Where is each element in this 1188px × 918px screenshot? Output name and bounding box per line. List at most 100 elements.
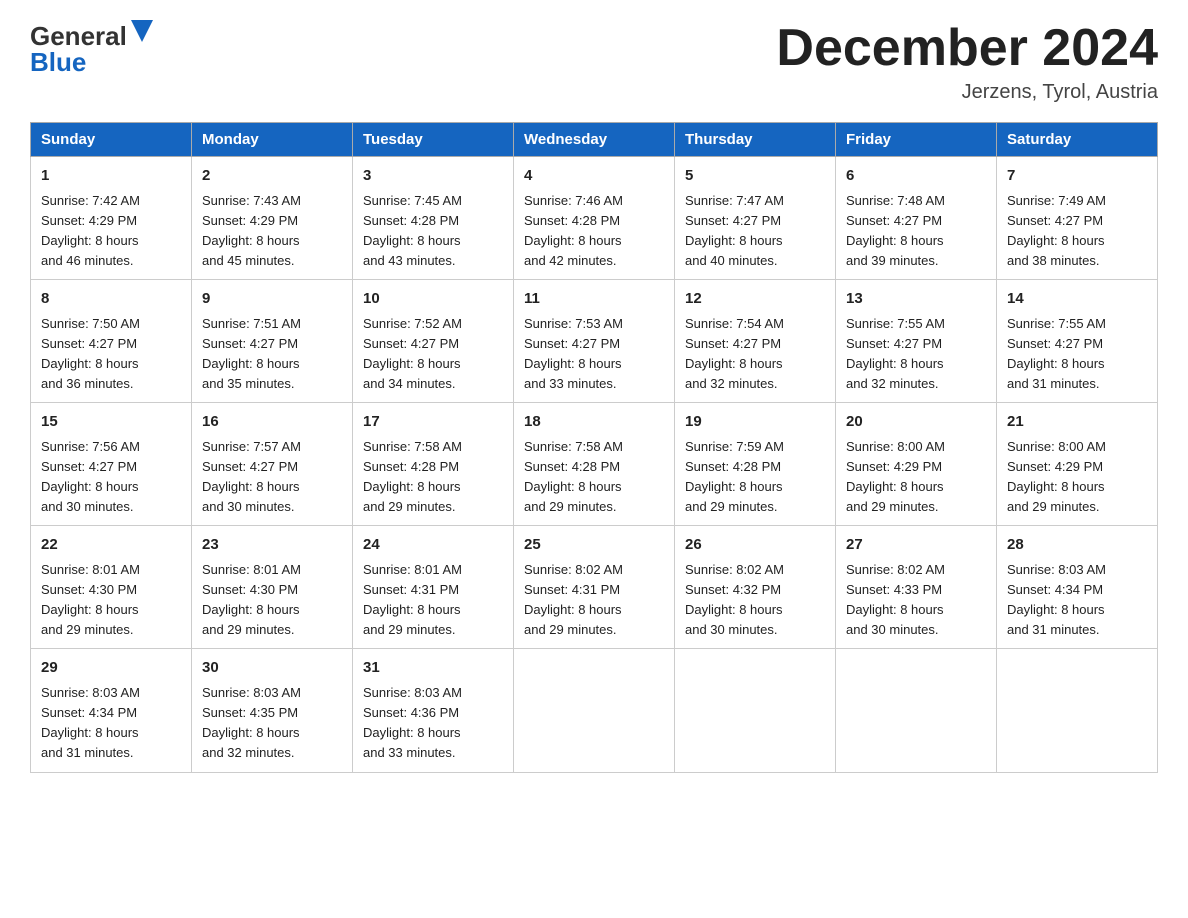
col-friday: Friday bbox=[836, 123, 997, 157]
calendar-cell: 12 Sunrise: 7:54 AMSunset: 4:27 PMDaylig… bbox=[675, 280, 836, 403]
day-info: Sunrise: 7:46 AMSunset: 4:28 PMDaylight:… bbox=[524, 193, 623, 268]
day-number: 21 bbox=[1007, 411, 1147, 434]
day-number: 22 bbox=[41, 534, 181, 557]
day-number: 26 bbox=[685, 534, 825, 557]
calendar-cell: 1 Sunrise: 7:42 AMSunset: 4:29 PMDayligh… bbox=[31, 157, 192, 280]
day-number: 24 bbox=[363, 534, 503, 557]
day-info: Sunrise: 7:57 AMSunset: 4:27 PMDaylight:… bbox=[202, 439, 301, 514]
calendar-cell: 23 Sunrise: 8:01 AMSunset: 4:30 PMDaylig… bbox=[192, 526, 353, 649]
calendar-cell bbox=[836, 649, 997, 772]
day-info: Sunrise: 8:03 AMSunset: 4:35 PMDaylight:… bbox=[202, 685, 301, 760]
logo-blue-text: Blue bbox=[30, 49, 86, 75]
day-number: 19 bbox=[685, 411, 825, 434]
calendar-cell: 31 Sunrise: 8:03 AMSunset: 4:36 PMDaylig… bbox=[353, 649, 514, 772]
logo-general-text: General bbox=[30, 23, 127, 49]
calendar-cell bbox=[514, 649, 675, 772]
day-number: 2 bbox=[202, 165, 342, 188]
day-number: 1 bbox=[41, 165, 181, 188]
calendar-cell: 21 Sunrise: 8:00 AMSunset: 4:29 PMDaylig… bbox=[997, 403, 1158, 526]
calendar-cell: 29 Sunrise: 8:03 AMSunset: 4:34 PMDaylig… bbox=[31, 649, 192, 772]
day-number: 16 bbox=[202, 411, 342, 434]
day-info: Sunrise: 8:00 AMSunset: 4:29 PMDaylight:… bbox=[1007, 439, 1106, 514]
day-number: 23 bbox=[202, 534, 342, 557]
col-wednesday: Wednesday bbox=[514, 123, 675, 157]
title-area: December 2024 Jerzens, Tyrol, Austria bbox=[776, 20, 1158, 104]
day-number: 28 bbox=[1007, 534, 1147, 557]
day-info: Sunrise: 8:01 AMSunset: 4:31 PMDaylight:… bbox=[363, 562, 462, 637]
calendar-cell: 10 Sunrise: 7:52 AMSunset: 4:27 PMDaylig… bbox=[353, 280, 514, 403]
calendar-cell: 24 Sunrise: 8:01 AMSunset: 4:31 PMDaylig… bbox=[353, 526, 514, 649]
col-sunday: Sunday bbox=[31, 123, 192, 157]
day-info: Sunrise: 7:51 AMSunset: 4:27 PMDaylight:… bbox=[202, 316, 301, 391]
day-info: Sunrise: 7:58 AMSunset: 4:28 PMDaylight:… bbox=[363, 439, 462, 514]
day-number: 9 bbox=[202, 288, 342, 311]
day-info: Sunrise: 8:02 AMSunset: 4:31 PMDaylight:… bbox=[524, 562, 623, 637]
calendar-cell: 16 Sunrise: 7:57 AMSunset: 4:27 PMDaylig… bbox=[192, 403, 353, 526]
day-info: Sunrise: 7:53 AMSunset: 4:27 PMDaylight:… bbox=[524, 316, 623, 391]
calendar-cell: 18 Sunrise: 7:58 AMSunset: 4:28 PMDaylig… bbox=[514, 403, 675, 526]
calendar-cell: 13 Sunrise: 7:55 AMSunset: 4:27 PMDaylig… bbox=[836, 280, 997, 403]
col-saturday: Saturday bbox=[997, 123, 1158, 157]
day-number: 8 bbox=[41, 288, 181, 311]
col-thursday: Thursday bbox=[675, 123, 836, 157]
day-info: Sunrise: 7:49 AMSunset: 4:27 PMDaylight:… bbox=[1007, 193, 1106, 268]
day-info: Sunrise: 7:48 AMSunset: 4:27 PMDaylight:… bbox=[846, 193, 945, 268]
calendar-week-4: 22 Sunrise: 8:01 AMSunset: 4:30 PMDaylig… bbox=[31, 526, 1158, 649]
calendar-cell: 19 Sunrise: 7:59 AMSunset: 4:28 PMDaylig… bbox=[675, 403, 836, 526]
month-title: December 2024 bbox=[776, 20, 1158, 77]
day-number: 7 bbox=[1007, 165, 1147, 188]
day-number: 18 bbox=[524, 411, 664, 434]
logo: General Blue bbox=[30, 20, 153, 75]
calendar-cell: 3 Sunrise: 7:45 AMSunset: 4:28 PMDayligh… bbox=[353, 157, 514, 280]
logo-triangle-icon bbox=[131, 20, 153, 46]
day-info: Sunrise: 7:55 AMSunset: 4:27 PMDaylight:… bbox=[846, 316, 945, 391]
day-info: Sunrise: 8:02 AMSunset: 4:32 PMDaylight:… bbox=[685, 562, 784, 637]
day-info: Sunrise: 8:01 AMSunset: 4:30 PMDaylight:… bbox=[202, 562, 301, 637]
day-info: Sunrise: 7:54 AMSunset: 4:27 PMDaylight:… bbox=[685, 316, 784, 391]
day-info: Sunrise: 7:47 AMSunset: 4:27 PMDaylight:… bbox=[685, 193, 784, 268]
calendar-cell: 8 Sunrise: 7:50 AMSunset: 4:27 PMDayligh… bbox=[31, 280, 192, 403]
day-info: Sunrise: 8:03 AMSunset: 4:34 PMDaylight:… bbox=[1007, 562, 1106, 637]
day-number: 13 bbox=[846, 288, 986, 311]
calendar-cell: 9 Sunrise: 7:51 AMSunset: 4:27 PMDayligh… bbox=[192, 280, 353, 403]
day-info: Sunrise: 7:56 AMSunset: 4:27 PMDaylight:… bbox=[41, 439, 140, 514]
day-info: Sunrise: 8:00 AMSunset: 4:29 PMDaylight:… bbox=[846, 439, 945, 514]
calendar-cell: 5 Sunrise: 7:47 AMSunset: 4:27 PMDayligh… bbox=[675, 157, 836, 280]
calendar-cell: 27 Sunrise: 8:02 AMSunset: 4:33 PMDaylig… bbox=[836, 526, 997, 649]
day-number: 4 bbox=[524, 165, 664, 188]
day-number: 27 bbox=[846, 534, 986, 557]
day-number: 6 bbox=[846, 165, 986, 188]
day-number: 29 bbox=[41, 657, 181, 680]
calendar-cell: 20 Sunrise: 8:00 AMSunset: 4:29 PMDaylig… bbox=[836, 403, 997, 526]
page-header: General Blue December 2024 Jerzens, Tyro… bbox=[30, 20, 1158, 104]
calendar-cell: 30 Sunrise: 8:03 AMSunset: 4:35 PMDaylig… bbox=[192, 649, 353, 772]
calendar-table: Sunday Monday Tuesday Wednesday Thursday… bbox=[30, 122, 1158, 772]
day-number: 17 bbox=[363, 411, 503, 434]
calendar-week-3: 15 Sunrise: 7:56 AMSunset: 4:27 PMDaylig… bbox=[31, 403, 1158, 526]
day-info: Sunrise: 8:03 AMSunset: 4:36 PMDaylight:… bbox=[363, 685, 462, 760]
calendar-week-2: 8 Sunrise: 7:50 AMSunset: 4:27 PMDayligh… bbox=[31, 280, 1158, 403]
day-number: 10 bbox=[363, 288, 503, 311]
calendar-cell: 15 Sunrise: 7:56 AMSunset: 4:27 PMDaylig… bbox=[31, 403, 192, 526]
calendar-cell: 11 Sunrise: 7:53 AMSunset: 4:27 PMDaylig… bbox=[514, 280, 675, 403]
calendar-cell: 28 Sunrise: 8:03 AMSunset: 4:34 PMDaylig… bbox=[997, 526, 1158, 649]
day-number: 14 bbox=[1007, 288, 1147, 311]
day-info: Sunrise: 7:58 AMSunset: 4:28 PMDaylight:… bbox=[524, 439, 623, 514]
day-number: 15 bbox=[41, 411, 181, 434]
calendar-header-row: Sunday Monday Tuesday Wednesday Thursday… bbox=[31, 123, 1158, 157]
day-number: 30 bbox=[202, 657, 342, 680]
day-info: Sunrise: 8:02 AMSunset: 4:33 PMDaylight:… bbox=[846, 562, 945, 637]
col-tuesday: Tuesday bbox=[353, 123, 514, 157]
day-info: Sunrise: 8:03 AMSunset: 4:34 PMDaylight:… bbox=[41, 685, 140, 760]
calendar-cell: 6 Sunrise: 7:48 AMSunset: 4:27 PMDayligh… bbox=[836, 157, 997, 280]
day-number: 11 bbox=[524, 288, 664, 311]
day-info: Sunrise: 7:45 AMSunset: 4:28 PMDaylight:… bbox=[363, 193, 462, 268]
calendar-cell: 7 Sunrise: 7:49 AMSunset: 4:27 PMDayligh… bbox=[997, 157, 1158, 280]
calendar-cell: 26 Sunrise: 8:02 AMSunset: 4:32 PMDaylig… bbox=[675, 526, 836, 649]
calendar-cell: 2 Sunrise: 7:43 AMSunset: 4:29 PMDayligh… bbox=[192, 157, 353, 280]
day-number: 3 bbox=[363, 165, 503, 188]
day-info: Sunrise: 8:01 AMSunset: 4:30 PMDaylight:… bbox=[41, 562, 140, 637]
day-info: Sunrise: 7:55 AMSunset: 4:27 PMDaylight:… bbox=[1007, 316, 1106, 391]
day-number: 31 bbox=[363, 657, 503, 680]
calendar-week-1: 1 Sunrise: 7:42 AMSunset: 4:29 PMDayligh… bbox=[31, 157, 1158, 280]
